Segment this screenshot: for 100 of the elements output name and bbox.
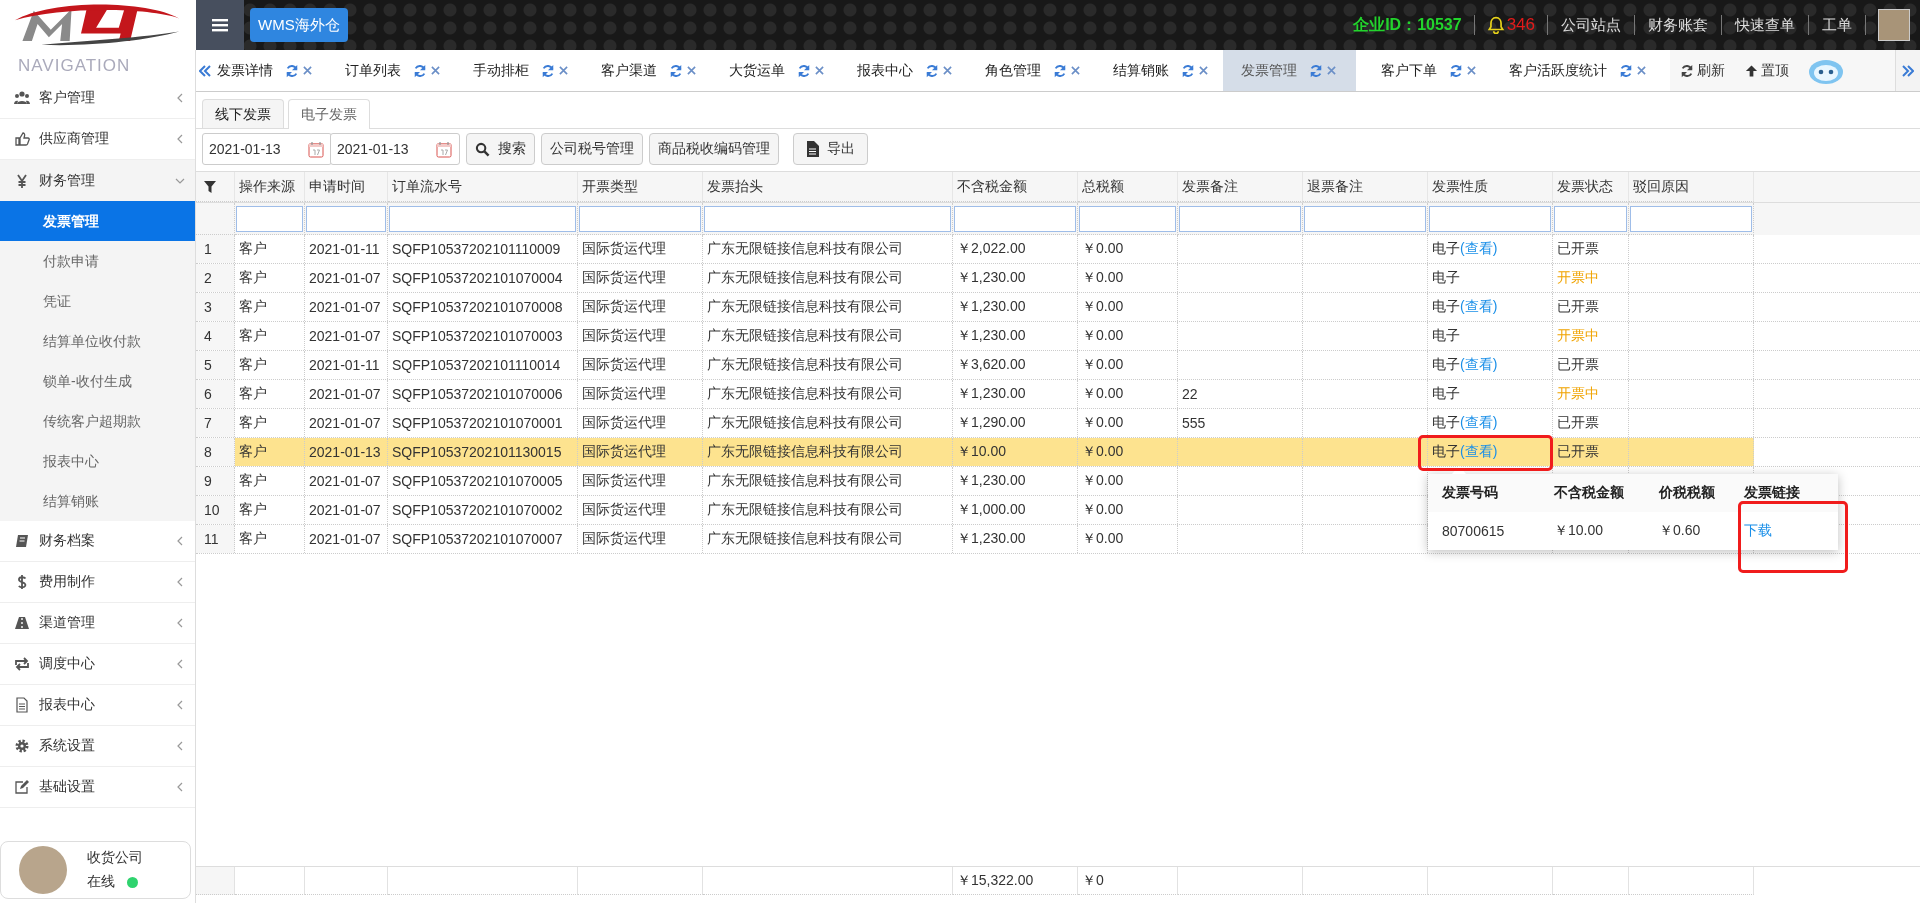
page-tab[interactable]: 客户渠道 — [598, 50, 704, 91]
filter-field[interactable] — [1429, 205, 1551, 232]
row-number: 11 — [196, 525, 235, 553]
table-cell: 2021-01-07 — [305, 496, 388, 524]
filter-field[interactable] — [704, 205, 951, 232]
close-icon — [303, 66, 312, 75]
toolbar-button[interactable]: 商品税收编码管理 — [649, 133, 779, 165]
menu-icon — [212, 18, 228, 32]
table-cell: 已开票 — [1553, 293, 1629, 321]
sidebar-item[interactable]: 财务管理 — [0, 160, 195, 201]
filter-field[interactable] — [954, 205, 1076, 232]
sidebar-subitem[interactable]: 发票管理 — [0, 201, 195, 241]
menu-button[interactable] — [196, 0, 244, 50]
sidebar-subitem[interactable]: 结算单位收付款 — [0, 321, 195, 361]
sidebar-item[interactable]: 系统设置 — [0, 726, 195, 767]
view-link[interactable]: (查看) — [1460, 298, 1498, 316]
page-tab[interactable]: 客户活跃度统计 — [1506, 50, 1654, 91]
close-icon — [1467, 66, 1476, 75]
header-link[interactable]: 工单 — [1811, 15, 1863, 35]
table-cell: 国际货运代理 — [578, 467, 703, 495]
sidebar-item[interactable]: 客户管理 — [0, 78, 195, 119]
export-button[interactable]: 导出 — [793, 133, 868, 165]
view-link[interactable]: (查看) — [1460, 240, 1498, 258]
sidebar-item[interactable]: 财务档案 — [0, 521, 195, 562]
row-number: 8 — [196, 438, 235, 466]
filter-field[interactable] — [1554, 205, 1627, 232]
search-icon — [475, 141, 490, 157]
page-tab[interactable]: 角色管理 — [982, 50, 1088, 91]
sidebar-subitem[interactable]: 传统客户超期款 — [0, 401, 195, 441]
download-link[interactable]: 下载 — [1744, 522, 1772, 538]
scroll-right-button[interactable] — [1895, 50, 1920, 91]
sidebar-item[interactable]: 基础设置 — [0, 767, 195, 808]
date-field[interactable]: 2021-01-13 — [330, 133, 460, 165]
table-cell: ￥1,000.00 — [953, 496, 1078, 524]
filter-field[interactable] — [1304, 205, 1426, 232]
column-header: 申请时间 — [305, 172, 388, 202]
sidebar-item[interactable]: 渠道管理 — [0, 603, 195, 644]
table-cell: 广东无限链接信息科技有限公司 — [703, 467, 953, 495]
sidebar-subitem[interactable]: 结算销账 — [0, 481, 195, 521]
filter-field[interactable] — [1179, 205, 1301, 232]
page-tab[interactable]: 客户下单 — [1378, 50, 1484, 91]
table-cell: 广东无限链接信息科技有限公司 — [703, 264, 953, 292]
edit-icon — [14, 779, 30, 795]
avatar-placeholder[interactable] — [1878, 9, 1910, 41]
search-button[interactable]: 搜索 — [466, 133, 535, 165]
close-icon — [1199, 66, 1208, 75]
header-link[interactable]: 公司站点 — [1550, 15, 1632, 35]
filter-field[interactable] — [579, 205, 701, 232]
page-tab[interactable]: 发票详情 — [214, 50, 320, 91]
sidebar-subitem[interactable]: 报表中心 — [0, 441, 195, 481]
table-cell: 客户 — [235, 380, 305, 408]
app-button[interactable]: WMS海外仓 — [250, 8, 348, 42]
pin-top-button[interactable]: 置顶 — [1735, 61, 1799, 80]
total-amount: ￥15,322.00 — [953, 867, 1078, 895]
chevron-left-icon — [175, 134, 185, 144]
page-tab[interactable]: 大货运单 — [726, 50, 832, 91]
column-header: 发票链接 — [1744, 484, 1801, 502]
filter-field[interactable] — [1079, 205, 1176, 232]
column-header: 操作来源 — [235, 172, 305, 202]
page-tab[interactable]: 手动排柜 — [470, 50, 576, 91]
table-cell: 电子 — [1432, 356, 1460, 374]
date-field[interactable]: 2021-01-13 — [202, 133, 332, 165]
filter-icon — [204, 180, 216, 193]
filter-field[interactable] — [236, 205, 303, 232]
settings-icon — [14, 738, 30, 754]
chevron-left-icon — [175, 93, 185, 103]
view-link[interactable]: (查看) — [1460, 356, 1498, 374]
toolbar-button[interactable]: 公司税号管理 — [541, 133, 643, 165]
refresh-button[interactable]: 刷新 — [1670, 61, 1735, 80]
document-icon — [14, 697, 30, 713]
table-cell: 2021-01-07 — [305, 525, 388, 553]
page-tab[interactable]: 发票管理 — [1223, 50, 1356, 91]
view-link[interactable]: (查看) — [1460, 414, 1498, 432]
table-cell: 电子 — [1432, 385, 1460, 403]
invoice-type-tab[interactable]: 线下发票 — [202, 99, 284, 128]
table-cell: ￥1,230.00 — [953, 322, 1078, 350]
invoice-type-tab[interactable]: 电子发票 — [288, 99, 370, 129]
sidebar-item[interactable]: 报表中心 — [0, 685, 195, 726]
table-cell: 2021-01-13 — [305, 438, 388, 466]
refresh-icon — [669, 63, 683, 78]
table-cell: 国际货运代理 — [578, 525, 703, 553]
header-link[interactable]: 快速查单 — [1724, 15, 1806, 35]
sidebar-subitem[interactable]: 锁单-收付生成 — [0, 361, 195, 401]
table-cell: SQFP10537202101070005 — [388, 467, 578, 495]
filter-field[interactable] — [389, 205, 576, 232]
table-cell: SQFP10537202101070007 — [388, 525, 578, 553]
page-tab[interactable]: 结算销账 — [1110, 50, 1216, 91]
sidebar-item[interactable]: 费用制作 — [0, 562, 195, 603]
filter-field[interactable] — [306, 205, 386, 232]
sidebar-item[interactable]: 调度中心 — [0, 644, 195, 685]
page-tab[interactable]: 报表中心 — [854, 50, 960, 91]
sidebar-subitem[interactable]: 凭证 — [0, 281, 195, 321]
table-cell: ￥1,230.00 — [953, 525, 1078, 553]
sidebar-subitem[interactable]: 付款申请 — [0, 241, 195, 281]
page-tab[interactable]: 订单列表 — [342, 50, 448, 91]
filter-field[interactable] — [1630, 205, 1752, 232]
row-number: 6 — [196, 380, 235, 408]
header-link[interactable]: 财务账套 — [1637, 15, 1719, 35]
table-cell: 客户 — [235, 235, 305, 263]
notification-button[interactable]: 346 — [1476, 15, 1545, 35]
